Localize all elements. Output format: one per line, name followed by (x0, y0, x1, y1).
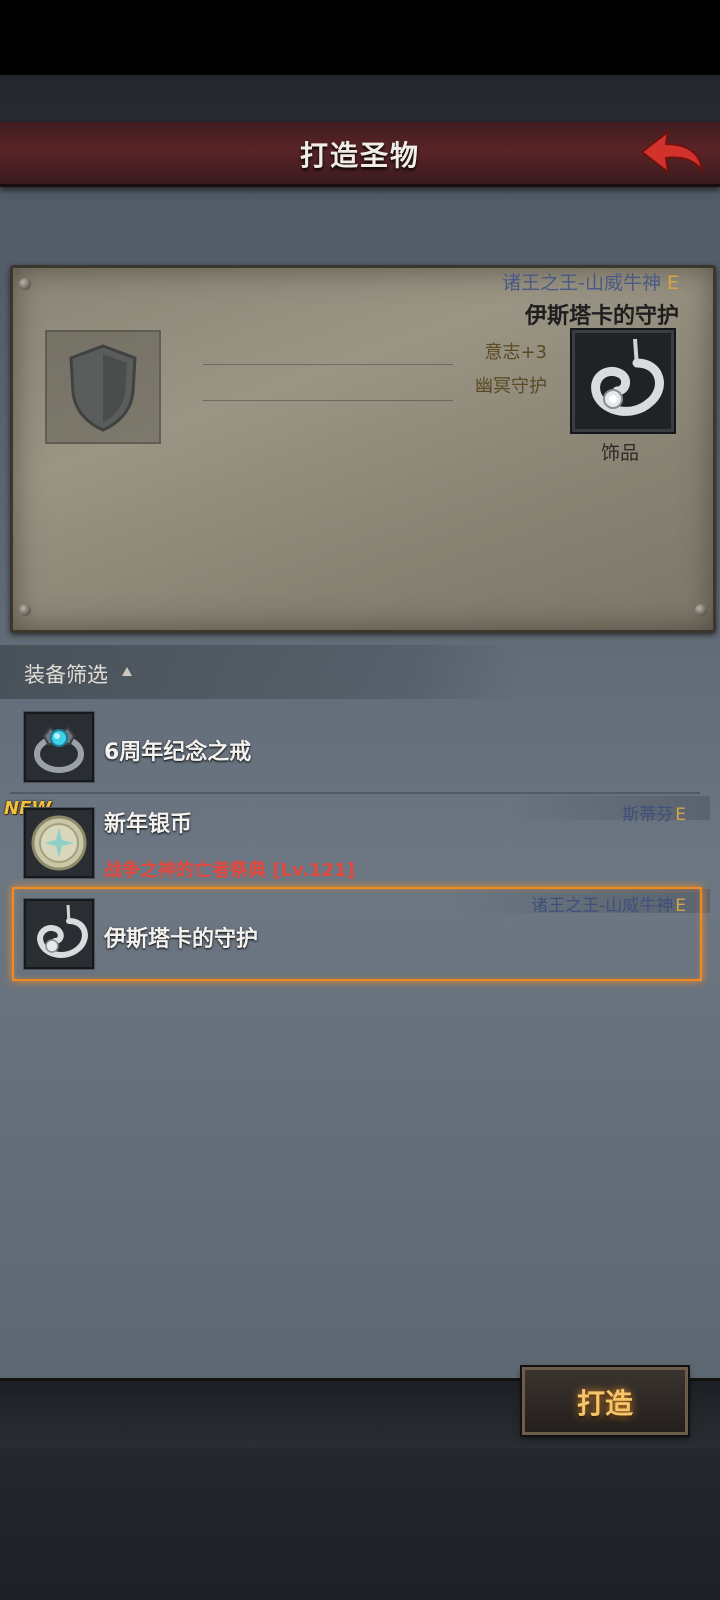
preview-item-type: 饰品 (600, 442, 639, 464)
preview-item-slot (572, 330, 674, 432)
amulet-icon (591, 338, 664, 416)
item-owner: 诸王之王-山威牛神 E (531, 891, 686, 916)
item-name: 6周年纪念之戒 (104, 740, 252, 765)
list-item-selected[interactable]: 伊斯塔卡的守护 诸王之王-山威牛神 E (0, 887, 720, 977)
item-name: 伊斯塔卡的守护 (104, 927, 259, 952)
item-source: 战争之神的亡者祭典 [Lv.121] (104, 856, 355, 882)
filter-toggle-arrow-icon (122, 667, 132, 676)
coin-icon (31, 815, 87, 871)
forge-button-label: 打造 (576, 1387, 633, 1420)
item-icon-slot (24, 899, 94, 969)
filter-label: 装备筛选 (24, 663, 108, 687)
shield-icon (69, 344, 137, 432)
forge-button[interactable]: 打造 (522, 1367, 688, 1435)
preview-stat-will: 意志+3 (484, 342, 547, 363)
list-item[interactable]: 6周年纪念之戒 (0, 700, 720, 792)
list-item[interactable]: NEW 新年银币 斯蒂芬E 战争之神的亡者祭典 [Lv.121] (0, 796, 720, 886)
item-icon-slot (24, 712, 94, 782)
item-owner: 斯蒂芬 E (622, 800, 686, 825)
pin-icon (19, 278, 31, 290)
item-owner-rank: E (675, 805, 686, 825)
item-owner-name: 诸王之王-山威牛神 (531, 896, 674, 916)
page-title: 打造圣物 (299, 139, 420, 172)
preview-item-name: 伊斯塔卡的守护 (524, 304, 679, 329)
item-icon-slot (24, 808, 94, 878)
amulet-icon (37, 904, 88, 958)
pin-icon (695, 604, 707, 616)
back-button[interactable] (638, 128, 708, 178)
item-source-name: 战争之神的亡者祭典 (104, 860, 266, 881)
item-source-level: [Lv.121] (272, 860, 355, 881)
ring-icon (34, 726, 84, 773)
divider-line (203, 400, 453, 401)
equipment-filter[interactable]: 装备筛选 (0, 645, 520, 699)
header-bar: 打造圣物 (0, 122, 720, 187)
empty-slot-shield (45, 330, 161, 444)
item-owner-rank: E (675, 896, 686, 916)
preview-owner-name: 诸王之王-山威牛神 (502, 272, 661, 294)
bottom-dim-area (0, 1448, 720, 1600)
pin-icon (19, 604, 31, 616)
preview-owner: 诸王之王-山威牛神 E (502, 268, 679, 295)
item-name: 新年银币 (104, 812, 193, 837)
divider-line (203, 364, 453, 365)
preview-owner-rank: E (666, 272, 679, 294)
back-arrow-icon (640, 129, 704, 175)
item-preview-card: 诸王之王-山威牛神 E 伊斯塔卡的守护 意志+3 幽冥守护 饰品 (10, 265, 716, 633)
row-divider (10, 792, 700, 794)
item-owner-name: 斯蒂芬 (622, 805, 674, 825)
preview-stat-skill: 幽冥守护 (475, 376, 547, 397)
